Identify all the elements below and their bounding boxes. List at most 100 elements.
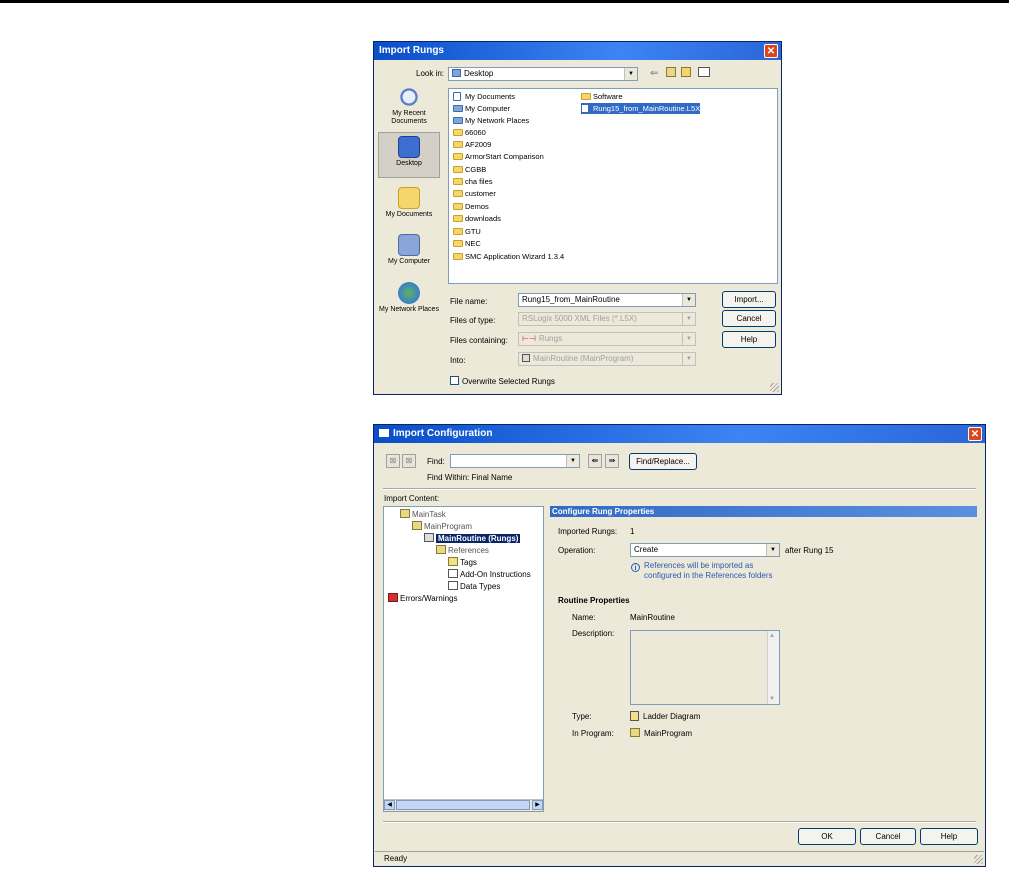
chevron-down-icon[interactable]: ▼ xyxy=(566,455,579,467)
info-icon: i xyxy=(631,563,640,572)
chevron-down-icon: ▼ xyxy=(769,696,775,702)
look-in-select[interactable]: Desktop ▼ xyxy=(448,67,638,81)
chevron-right-icon[interactable]: ▶ xyxy=(532,800,543,810)
tree-label: Errors/Warnings xyxy=(400,594,458,603)
overwrite-checkbox[interactable] xyxy=(450,376,459,385)
cancel-button[interactable]: Cancel xyxy=(860,828,916,845)
file-name-input[interactable]: Rung15_from_MainRoutine ▼ xyxy=(518,293,696,307)
place-my-documents[interactable]: My Documents xyxy=(378,187,440,219)
file-list[interactable]: My Documents My Computer My Network Plac… xyxy=(448,88,778,284)
list-item[interactable]: customer xyxy=(453,188,496,199)
expand-icon[interactable]: ⊠ xyxy=(402,454,416,468)
aoi-icon xyxy=(448,569,458,578)
back-icon[interactable]: ⇐ xyxy=(650,68,658,79)
tree-label: MainRoutine (Rungs) xyxy=(436,534,521,543)
operation-select[interactable]: Create ▼ xyxy=(630,543,780,557)
chevron-down-icon[interactable]: ▼ xyxy=(682,294,695,306)
list-item[interactable]: Software xyxy=(581,91,623,102)
name-value: MainRoutine xyxy=(630,613,675,622)
type-label: Type: xyxy=(572,712,592,721)
find-input[interactable]: ▼ xyxy=(450,454,580,468)
find-replace-button[interactable]: Find/Replace... xyxy=(629,453,697,470)
up-folder-icon[interactable] xyxy=(666,67,676,77)
tree-node-routine[interactable]: MainRoutine (Rungs) xyxy=(424,533,521,544)
globe-icon xyxy=(398,282,420,304)
place-network[interactable]: My Network Places xyxy=(378,282,440,314)
ok-button[interactable]: OK xyxy=(798,828,856,845)
find-previous-icon[interactable]: ⇚ xyxy=(588,454,602,468)
close-icon[interactable]: ✕ xyxy=(764,44,778,58)
routine-icon xyxy=(522,354,530,362)
files-of-type-value: RSLogix 5000 XML Files (*.L5X) xyxy=(522,314,637,323)
configure-rung-properties-header: Configure Rung Properties xyxy=(550,506,977,517)
list-item[interactable]: AF2009 xyxy=(453,139,491,150)
list-item[interactable]: Demos xyxy=(453,201,489,212)
list-item[interactable]: downloads xyxy=(453,213,501,224)
import-rungs-titlebar[interactable]: Import Rungs ✕ xyxy=(374,42,781,60)
files-of-type-label: Files of type: xyxy=(450,316,496,325)
files-containing-value: Rungs xyxy=(538,334,563,343)
tree-node-tags[interactable]: Tags xyxy=(448,557,477,568)
program-icon xyxy=(630,728,640,737)
place-my-computer[interactable]: My Computer xyxy=(378,234,440,266)
files-containing-label: Files containing: xyxy=(450,336,508,345)
list-item[interactable]: My Documents xyxy=(453,91,515,102)
tree-horizontal-scrollbar[interactable]: ◀ ▶ xyxy=(384,799,543,811)
import-configuration-titlebar[interactable]: Import Configuration ✕ xyxy=(374,425,985,443)
import-button[interactable]: Import... xyxy=(722,291,776,308)
folder-icon xyxy=(398,187,420,209)
tree-node-aoi[interactable]: Add-On Instructions xyxy=(448,569,531,580)
tree-node-program[interactable]: MainProgram xyxy=(412,521,472,532)
chevron-down-icon: ▼ xyxy=(682,313,695,325)
close-icon[interactable]: ✕ xyxy=(968,427,982,441)
cancel-button[interactable]: Cancel xyxy=(722,310,776,327)
dialog-title: Import Rungs xyxy=(379,45,444,56)
tree-node-errors[interactable]: Errors/Warnings xyxy=(388,593,458,604)
files-of-type-select: RSLogix 5000 XML Files (*.L5X) ▼ xyxy=(518,312,696,326)
chevron-down-icon[interactable]: ▼ xyxy=(766,544,779,556)
chevron-left-icon[interactable]: ◀ xyxy=(384,800,395,810)
tree-node-data-types[interactable]: Data Types xyxy=(448,581,500,592)
help-button[interactable]: Help xyxy=(722,331,776,348)
task-icon xyxy=(400,509,410,518)
place-desktop[interactable]: Desktop xyxy=(378,132,440,178)
look-in-value: Desktop xyxy=(464,69,494,78)
imported-rungs-value: 1 xyxy=(630,527,635,536)
import-content-tree[interactable]: MainTask MainProgram MainRoutine (Rungs)… xyxy=(383,506,544,812)
dialog-title: Import Configuration xyxy=(393,428,493,439)
view-menu-icon[interactable] xyxy=(698,67,710,77)
list-item[interactable]: cha files xyxy=(453,176,493,187)
place-recent[interactable]: My Recent Documents xyxy=(378,86,440,126)
description-label: Description: xyxy=(572,629,615,638)
window-icon xyxy=(379,429,389,437)
overwrite-label: Overwrite Selected Rungs xyxy=(462,377,555,386)
page-top-rule xyxy=(0,0,1009,3)
info-text-line1: References will be imported as xyxy=(644,561,754,570)
find-next-icon[interactable]: ⇛ xyxy=(605,454,619,468)
file-name-label: File name: xyxy=(450,297,488,306)
resize-grip[interactable] xyxy=(974,855,983,864)
chevron-down-icon[interactable]: ▼ xyxy=(624,68,637,80)
tree-node-references[interactable]: References xyxy=(436,545,489,556)
in-program-label: In Program: xyxy=(572,729,614,738)
into-select: MainRoutine (MainProgram) ▼ xyxy=(518,352,696,366)
list-item[interactable]: My Computer xyxy=(453,103,510,114)
help-button[interactable]: Help xyxy=(920,828,978,845)
tree-node-task[interactable]: MainTask xyxy=(400,509,446,520)
list-item[interactable]: SMC Application Wizard 1.3.4 xyxy=(453,251,564,262)
scroll-thumb[interactable] xyxy=(396,800,530,810)
list-item[interactable]: GTU xyxy=(453,226,481,237)
routine-properties-heading: Routine Properties xyxy=(558,596,630,605)
resize-grip[interactable] xyxy=(770,383,779,392)
list-item[interactable]: 66060 xyxy=(453,127,486,138)
after-rung-text: after Rung 15 xyxy=(785,546,834,555)
list-item[interactable]: CGBB xyxy=(453,164,486,175)
list-item[interactable]: NEC xyxy=(453,238,481,249)
list-item-selected[interactable]: Rung15_from_MainRoutine.L5X xyxy=(581,103,701,114)
list-item[interactable]: ArmorStart Comparison xyxy=(453,151,544,162)
list-item[interactable]: My Network Places xyxy=(453,115,529,126)
place-label: My Documents xyxy=(385,211,433,218)
new-folder-icon[interactable] xyxy=(681,67,691,77)
clock-icon xyxy=(398,86,420,108)
collapse-icon[interactable]: ⊠ xyxy=(386,454,400,468)
